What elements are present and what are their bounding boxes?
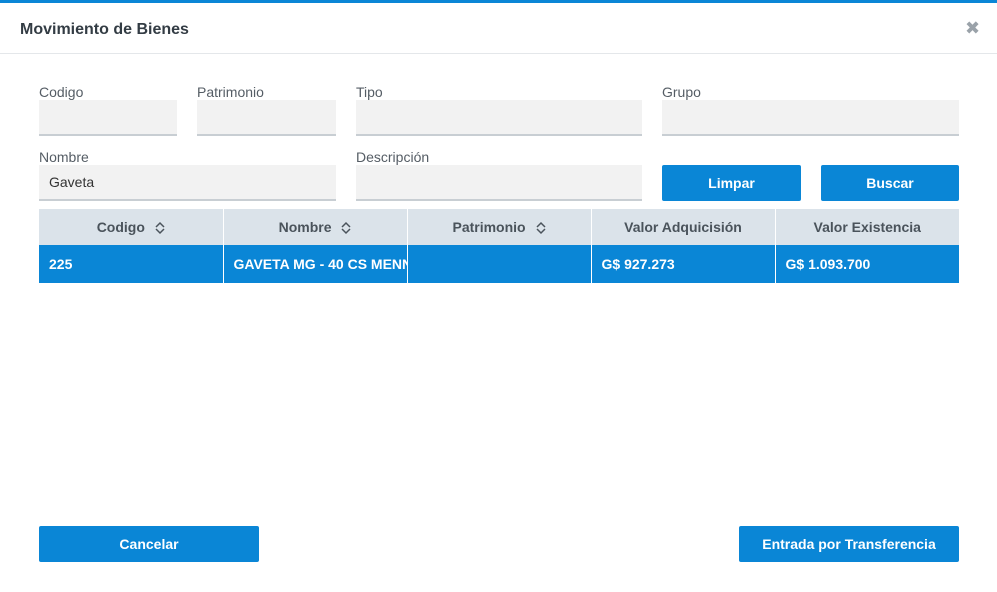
- cell-codigo: 225: [39, 245, 224, 283]
- column-header-label: Valor Adquicisión: [624, 219, 742, 235]
- descripcion-label: Descripción: [356, 149, 430, 165]
- results-table: Codigo Nombre Patrimonio Valor Adquicisi…: [39, 209, 959, 283]
- column-header-label: Codigo: [96, 218, 145, 235]
- patrimonio-label: Patrimonio: [197, 84, 264, 100]
- cell-nombre: GAVETA MG - 40 CS MENNO: [223, 245, 408, 283]
- patrimonio-input[interactable]: [197, 100, 336, 136]
- entrada-transferencia-button[interactable]: Entrada por Transferencia: [739, 526, 959, 562]
- codigo-input[interactable]: [39, 100, 177, 136]
- cell-valor-existencia: G$ 1.093.700: [775, 245, 959, 283]
- column-header-patrimonio[interactable]: Patrimonio: [407, 209, 592, 245]
- column-header-label: Patrimonio: [452, 218, 526, 235]
- modal-header: Movimiento de Bienes ✖: [0, 6, 997, 54]
- modal-title: Movimiento de Bienes: [20, 21, 189, 38]
- nombre-label: Nombre: [39, 149, 89, 165]
- column-header-valor-existencia: Valor Existencia: [775, 209, 959, 245]
- descripcion-input[interactable]: [356, 165, 642, 201]
- sort-icon: [155, 222, 165, 235]
- grupo-label: Grupo: [662, 84, 701, 100]
- sort-icon: [535, 222, 546, 235]
- limpiar-button[interactable]: Limpar: [662, 165, 801, 201]
- sort-icon: [341, 222, 351, 235]
- cancelar-button[interactable]: Cancelar: [39, 526, 259, 562]
- tipo-label: Tipo: [356, 84, 383, 100]
- column-header-label: Valor Existencia: [813, 219, 921, 235]
- cell-patrimonio: [407, 245, 592, 283]
- table-header-row: Codigo Nombre Patrimonio Valor Adquicisi…: [39, 209, 959, 245]
- grupo-input[interactable]: [662, 100, 959, 136]
- nombre-input[interactable]: [39, 165, 336, 201]
- table-row[interactable]: 225 GAVETA MG - 40 CS MENNO G$ 927.273 G…: [39, 245, 959, 283]
- column-header-label: Nombre: [278, 218, 332, 235]
- tipo-input[interactable]: [356, 100, 642, 136]
- buscar-button[interactable]: Buscar: [821, 165, 959, 201]
- cell-valor-adquisicion: G$ 927.273: [591, 245, 776, 283]
- column-header-codigo[interactable]: Codigo: [39, 209, 224, 245]
- column-header-nombre[interactable]: Nombre: [223, 209, 408, 245]
- modal-dialog: Movimiento de Bienes ✖ Codigo Patrimonio…: [0, 0, 997, 592]
- column-header-valor-adquisicion: Valor Adquicisión: [591, 209, 776, 245]
- close-icon[interactable]: ✖: [965, 19, 980, 37]
- codigo-label: Codigo: [39, 84, 84, 100]
